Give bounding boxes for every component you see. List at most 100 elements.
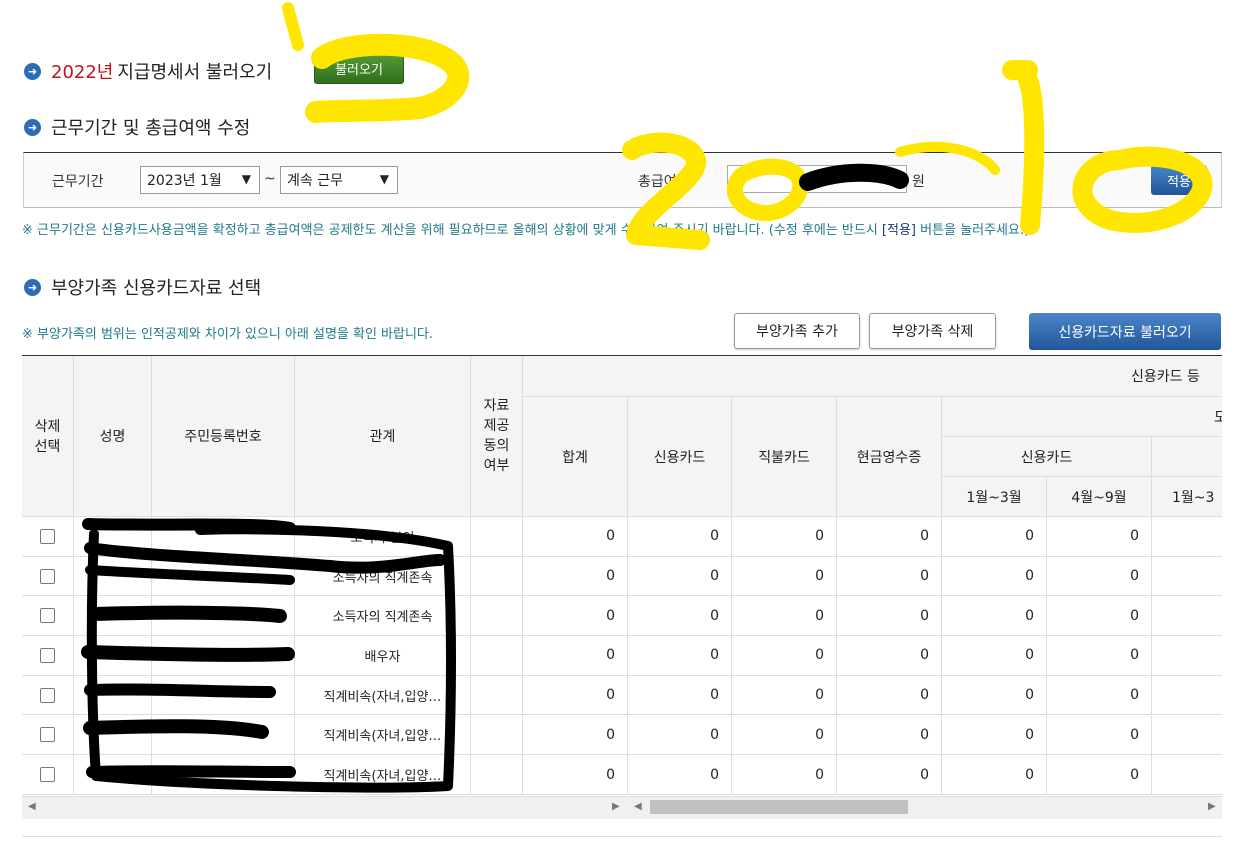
row-checkbox[interactable] <box>40 727 55 743</box>
value-cell: 0 <box>942 715 1047 756</box>
section-dependents: ➜ 부양가족 신용카드자료 선택 <box>24 274 261 300</box>
scroll-thumb[interactable] <box>650 800 908 814</box>
consent-cell <box>471 636 523 676</box>
value-cell <box>1152 755 1222 795</box>
row-checkbox[interactable] <box>40 528 55 544</box>
col-name: 성명 <box>74 356 152 517</box>
chevron-down-icon: ▼ <box>241 172 251 186</box>
note-text: ※ 근무기간은 신용카드사용금액을 확정하고 총급여액은 공제한도 계산을 위해… <box>22 223 882 238</box>
col-consent: 자료 제공 동의 여부 <box>471 356 523 517</box>
value-cell: 0 <box>1047 596 1152 637</box>
value-cell: 0 <box>1047 556 1152 597</box>
delete-dependent-button[interactable]: 부양가족 삭제 <box>869 313 996 349</box>
load-card-data-button[interactable]: 신용카드자료 불러오기 <box>1029 313 1221 350</box>
value-cell <box>1152 557 1222 597</box>
value-cell: 0 <box>1047 636 1152 676</box>
value-cell: 0 <box>628 556 732 597</box>
consent-cell <box>471 715 523 756</box>
ssn-cell <box>152 715 295 756</box>
name-cell <box>74 675 152 716</box>
period-salary-form: 근무기간 2023년 1월 ▼ ~ 계속 근무 ▼ 총급여액 원 적용 <box>23 152 1222 208</box>
value-cell <box>1152 596 1222 637</box>
col-select: 삭제 선택 <box>22 356 74 517</box>
section-title: 부양가족 신용카드자료 선택 <box>51 278 262 299</box>
ssn-cell <box>152 556 295 597</box>
relation-cell: 소득자의 직계존속 <box>295 556 471 597</box>
tilde: ~ <box>264 171 276 187</box>
load-statement-button[interactable]: 불러오기 <box>314 52 404 84</box>
arrow-right-icon: ➜ <box>24 118 41 136</box>
period-note: ※ 근무기간은 신용카드사용금액을 확정하고 총급여액은 공제한도 계산을 위해… <box>22 219 1029 238</box>
value-cell: 0 <box>837 517 942 557</box>
section-title: 지급명세서 불러오기 <box>117 62 273 83</box>
group-sub: 도 <box>942 397 1222 437</box>
name-cell <box>74 517 152 557</box>
section-title: 근무기간 및 총급여액 수정 <box>51 118 251 139</box>
value-cell: 0 <box>942 636 1047 676</box>
add-dependent-button[interactable]: 부양가족 추가 <box>734 313 860 349</box>
col-credit: 신용카드 <box>628 397 732 517</box>
col-sub-blank <box>1152 437 1222 477</box>
row-checkbox[interactable] <box>40 687 55 703</box>
row-checkbox[interactable] <box>40 647 55 663</box>
period-start-value: 2023년 1월 <box>147 173 222 189</box>
salary-input[interactable] <box>727 165 907 193</box>
section-load-statement: ➜ 2022년 지급명세서 불러오기 <box>24 58 272 84</box>
value-cell: 0 <box>523 715 628 756</box>
col-debit: 직불카드 <box>732 397 837 517</box>
value-cell: 0 <box>732 715 837 756</box>
scroll-right-icon[interactable]: ▶ <box>612 801 620 812</box>
apply-button[interactable]: 적용 <box>1151 165 1207 195</box>
dependents-note: ※ 부양가족의 범위는 인적공제와 차이가 있으니 아래 설명을 확인 바랍니다… <box>22 327 434 342</box>
scroll-left-icon[interactable]: ◀ <box>634 801 642 812</box>
row-checkbox[interactable] <box>40 568 55 584</box>
value-cell: 0 <box>523 517 628 557</box>
value-cell: 0 <box>837 596 942 637</box>
value-cell: 0 <box>837 556 942 597</box>
value-cell: 0 <box>942 596 1047 637</box>
chevron-down-icon: ▼ <box>379 172 389 186</box>
row-checkbox[interactable] <box>40 608 55 624</box>
scroll-left-icon[interactable]: ◀ <box>28 801 36 812</box>
value-cell: 0 <box>1047 517 1152 557</box>
value-cell <box>1152 716 1222 756</box>
value-cell: 0 <box>837 715 942 756</box>
select-cell <box>22 556 74 597</box>
col-cash: 현금영수증 <box>837 397 942 517</box>
col-m3: 1월~3 <box>1152 477 1222 517</box>
col-m2: 4월~9월 <box>1047 477 1152 517</box>
name-cell <box>74 715 152 756</box>
value-cell: 0 <box>732 636 837 676</box>
value-cell: 0 <box>942 675 1047 716</box>
value-cell: 0 <box>628 636 732 676</box>
period-end-value: 계속 근무 <box>287 173 343 189</box>
value-cell: 0 <box>628 715 732 756</box>
ssn-cell <box>152 517 295 557</box>
relation-cell: 소득자 본인 <box>295 517 471 557</box>
won-unit: 원 <box>912 174 925 190</box>
period-start-select[interactable]: 2023년 1월 ▼ <box>140 166 260 194</box>
horizontal-scrollbar[interactable]: ◀ ▶ ◀ ▶ <box>22 796 1222 819</box>
consent-cell <box>471 596 523 637</box>
arrow-right-icon: ➜ <box>24 62 41 80</box>
scroll-right-icon[interactable]: ▶ <box>1208 801 1216 812</box>
select-cell <box>22 596 74 637</box>
name-cell <box>74 596 152 637</box>
ssn-cell <box>152 675 295 716</box>
group-card-etc: 신용카드 등 <box>523 356 1222 397</box>
name-cell <box>74 755 152 795</box>
consent-cell <box>471 755 523 795</box>
ssn-cell <box>152 596 295 637</box>
relation-cell: 소득자의 직계존속 <box>295 596 471 637</box>
select-cell <box>22 675 74 716</box>
consent-cell <box>471 675 523 716</box>
row-checkbox[interactable] <box>40 767 55 783</box>
relation-cell: 직계비속(자녀,입양… <box>295 715 471 756</box>
value-cell: 0 <box>732 556 837 597</box>
period-end-select[interactable]: 계속 근무 ▼ <box>280 166 398 194</box>
select-cell <box>22 517 74 557</box>
relation-cell: 직계비속(자녀,입양… <box>295 675 471 716</box>
value-cell: 0 <box>732 675 837 716</box>
value-cell: 0 <box>523 755 628 795</box>
value-cell: 0 <box>837 636 942 676</box>
